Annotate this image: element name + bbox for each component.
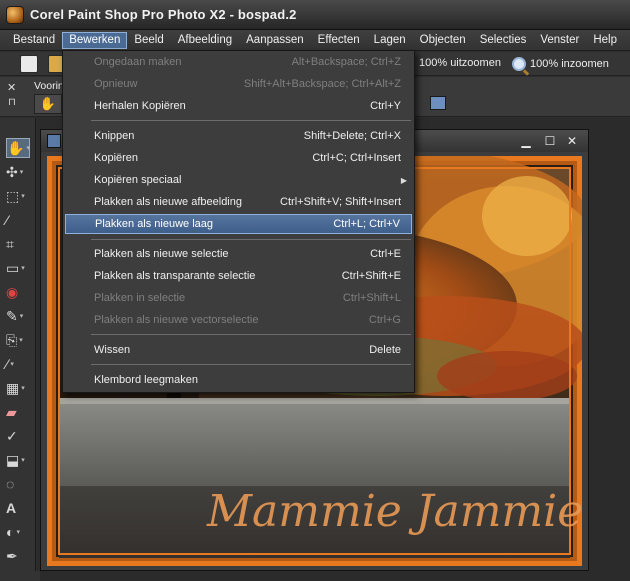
menu-item-shortcut: Shift+Delete; Ctrl+X: [303, 130, 401, 142]
zoom-out-label: 100% uitzoomen: [419, 57, 501, 69]
flood-fill-tool-icon[interactable]: ✓: [6, 426, 30, 446]
menu-item-label: Ongedaan maken: [94, 56, 182, 68]
zoom-in-label: 100% inzoomen: [530, 58, 609, 70]
menu-item-label: Plakken als nieuwe vectorselectie: [94, 314, 259, 326]
menu-item-kopieren[interactable]: Kopiëren Ctrl+C; Ctrl+Insert: [65, 148, 412, 168]
menu-lagen[interactable]: Lagen: [367, 32, 413, 49]
screen-icon[interactable]: [430, 96, 446, 110]
move-tool-icon[interactable]: ✣ ▾: [6, 162, 30, 182]
window-title: Corel Paint Shop Pro Photo X2 - bospad.2: [30, 7, 297, 22]
menu-item-plakken-nieuwe-afbeelding[interactable]: Plakken als nieuwe afbeelding Ctrl+Shift…: [65, 192, 412, 212]
maximize-icon[interactable]: ☐: [542, 133, 558, 149]
menu-item-opnieuw[interactable]: Opnieuw Shift+Alt+Backspace; Ctrl+Alt+Z: [65, 74, 412, 94]
crop-tool-icon[interactable]: ⌗: [6, 234, 30, 254]
menu-item-shortcut: Ctrl+G: [368, 314, 401, 326]
close-icon[interactable]: ✕: [7, 81, 16, 94]
picture-tube-tool-icon[interactable]: ⬓ ▾: [6, 450, 30, 470]
menu-item-label: Knippen: [94, 130, 135, 142]
menu-item-label: Kopiëren speciaal: [94, 174, 182, 186]
menu-item-klembord-leegmaken[interactable]: Klembord leegmaken: [65, 370, 412, 390]
menu-help[interactable]: Help: [586, 32, 624, 49]
sprayer-tool-icon[interactable]: ◌: [6, 474, 30, 494]
menu-item-shortcut: Ctrl+C; Ctrl+Insert: [312, 152, 401, 164]
pin-icon[interactable]: ⊓: [8, 97, 16, 108]
menu-item-label: Herhalen Kopiëren: [94, 100, 186, 112]
new-file-icon[interactable]: [20, 55, 38, 73]
minimize-icon[interactable]: ▁: [518, 133, 534, 149]
red-eye-tool-icon[interactable]: ◉: [6, 282, 30, 302]
menu-item-label: Plakken als nieuwe afbeelding: [94, 196, 242, 208]
menu-selecties[interactable]: Selecties: [473, 32, 534, 49]
menu-item-ongedaan-maken[interactable]: Ongedaan maken Alt+Backspace; Ctrl+Z: [65, 52, 412, 72]
hand-icon: ✋: [39, 96, 57, 111]
menu-item-shortcut: Ctrl+Shift+L: [342, 292, 401, 304]
menu-effecten[interactable]: Effecten: [311, 32, 367, 49]
menu-item-shortcut: Delete: [369, 344, 401, 356]
menu-item-label: Plakken als transparante selectie: [94, 270, 256, 282]
zoom-out-button[interactable]: 100% uitzoomen: [419, 57, 501, 69]
menu-item-label: Plakken als nieuwe selectie: [94, 248, 229, 260]
menu-item-label: Kopiëren: [94, 152, 139, 164]
dodge-tool-icon[interactable]: ▦ ▾: [6, 378, 30, 398]
menu-item-plakken-nieuwe-vectorselectie[interactable]: Plakken als nieuwe vectorselectie Ctrl+G: [65, 310, 412, 330]
straighten-tool-icon[interactable]: ▭ ▾: [6, 258, 30, 278]
title-bar: Corel Paint Shop Pro Photo X2 - bospad.2: [0, 0, 630, 30]
menu-item-herhalen[interactable]: Herhalen Kopiëren Ctrl+Y: [65, 96, 412, 116]
menu-separator: [91, 334, 411, 335]
dropper-tool-icon[interactable]: ⁄: [6, 210, 30, 230]
menu-bar: Bestand Bewerken Beeld Afbeelding Aanpas…: [0, 30, 630, 51]
menu-item-plakken-nieuwe-laag[interactable]: Plakken als nieuwe laag Ctrl+L; Ctrl+V: [65, 214, 412, 234]
pan-tool-icon[interactable]: ✋ ▾: [6, 138, 30, 158]
status-strip: [0, 571, 40, 581]
edit-menu-dropdown: Ongedaan maken Alt+Backspace; Ctrl+Z Opn…: [62, 50, 415, 393]
zoom-in-icon: [512, 57, 526, 71]
tools-palette: ✋ ▾ ✣ ▾ ⬚ ▾ ⁄ ⌗ ▭ ▾ ◉ ✎ ▾ ⎘ ▾ ∕ ▾ ▦ ▾ ▰ ✓ ⬓ ▾ ◌ A…: [0, 118, 36, 581]
menu-aanpassen[interactable]: Aanpassen: [239, 32, 311, 49]
selection-tool-icon[interactable]: ⬚ ▾: [6, 186, 30, 206]
clone-tool-icon[interactable]: ⎘ ▾: [6, 330, 30, 350]
menu-item-plakken-in-selectie[interactable]: Plakken in selectie Ctrl+Shift+L: [65, 288, 412, 308]
menu-bestand[interactable]: Bestand: [6, 32, 62, 49]
menu-separator: [91, 364, 411, 365]
menu-item-label: Wissen: [94, 344, 131, 356]
document-icon: [47, 134, 61, 148]
menu-item-shortcut: Alt+Backspace; Ctrl+Z: [291, 56, 401, 68]
menu-item-plakken-nieuwe-selectie[interactable]: Plakken als nieuwe selectie Ctrl+E: [65, 244, 412, 264]
menu-separator: [91, 120, 411, 121]
paint-brush-tool-icon[interactable]: ∕ ▾: [6, 354, 30, 374]
menu-item-kopieren-speciaal[interactable]: Kopiëren speciaal ▶: [65, 170, 412, 190]
menu-item-label: Plakken in selectie: [94, 292, 186, 304]
pan-preset-button[interactable]: ✋: [34, 94, 62, 114]
menu-item-shortcut: Ctrl+E: [370, 248, 401, 260]
close-document-icon[interactable]: ✕: [564, 133, 580, 149]
menu-afbeelding[interactable]: Afbeelding: [171, 32, 239, 49]
text-tool-icon[interactable]: A: [6, 498, 30, 518]
eraser-tool-icon[interactable]: ▰: [6, 402, 30, 422]
preset-shape-tool-icon[interactable]: ◐ ▾: [6, 522, 30, 542]
makeover-tool-icon[interactable]: ✎ ▾: [6, 306, 30, 326]
menu-bewerken[interactable]: Bewerken: [62, 31, 128, 49]
menu-item-shortcut: Ctrl+L; Ctrl+V: [333, 218, 400, 230]
menu-beeld[interactable]: Beeld: [127, 32, 170, 49]
menu-venster[interactable]: Venster: [533, 32, 586, 49]
menu-item-shortcut: Ctrl+Shift+V; Shift+Insert: [280, 196, 401, 208]
menu-item-shortcut: Ctrl+Shift+E: [341, 270, 401, 282]
menu-item-wissen[interactable]: Wissen Delete: [65, 340, 412, 360]
menu-item-knippen[interactable]: Knippen Shift+Delete; Ctrl+X: [65, 126, 412, 146]
menu-objecten[interactable]: Objecten: [413, 32, 473, 49]
pen-tool-icon[interactable]: ✒: [6, 546, 30, 566]
app-icon: [6, 5, 24, 24]
menu-item-shortcut: Ctrl+Y: [370, 100, 401, 112]
menu-separator: [91, 239, 411, 240]
zoom-in-button[interactable]: 100% inzoomen: [512, 57, 609, 71]
menu-item-label: Opnieuw: [94, 78, 138, 90]
submenu-arrow-icon: ▶: [400, 175, 407, 185]
signature-text: Mammie Jammie: [206, 486, 582, 537]
menu-item-plakken-transparante-selectie[interactable]: Plakken als transparante selectie Ctrl+S…: [65, 266, 412, 286]
menu-item-label: Plakken als nieuwe laag: [95, 218, 214, 230]
menu-item-shortcut: Shift+Alt+Backspace; Ctrl+Alt+Z: [243, 78, 401, 90]
menu-item-label: Klembord leegmaken: [94, 374, 198, 386]
